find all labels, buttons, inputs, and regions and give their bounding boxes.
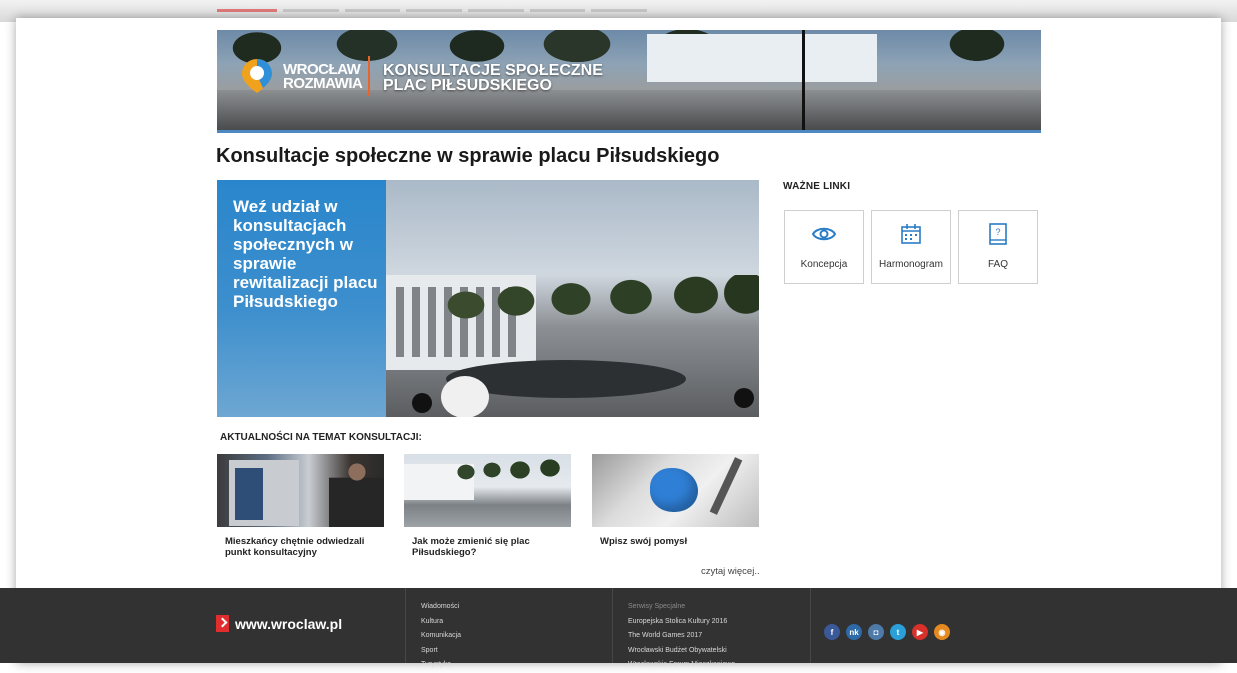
footer-divider (612, 588, 613, 663)
footer-domain-text: www.wroclaw.pl (235, 615, 343, 632)
banner-title: KONSULTACJE SPOŁECZNE PLAC PIŁSUDSKIEGO (383, 62, 603, 94)
banner-title-line-2: PLAC PIŁSUDSKIEGO (383, 77, 552, 94)
footer-nav-item[interactable]: Wiadomości (421, 600, 461, 615)
link-label: Koncepcja (800, 259, 848, 270)
news-thumbnail (404, 454, 571, 527)
footer-nav-item[interactable]: Komunikacja (421, 629, 461, 644)
footer-nav-item[interactable]: Kultura (421, 615, 461, 630)
thumb-person (329, 458, 384, 527)
top-nav-item[interactable] (591, 9, 648, 12)
book-question-icon: ? (989, 223, 1007, 245)
thumb-board (229, 460, 299, 526)
twitter-icon[interactable]: t (890, 624, 906, 640)
link-faq[interactable]: ? FAQ (958, 210, 1038, 284)
page-title: Konsultacje społeczne w sprawie placu Pi… (216, 145, 720, 167)
banner-building (647, 34, 877, 82)
hero-tree-row (446, 275, 759, 345)
news-item[interactable]: Jak może zmienić się plac Piłsudskiego? (404, 454, 571, 558)
top-nav-item[interactable] (344, 9, 401, 12)
brand-logo-text[interactable]: WROCŁAW ROZMAWIA (283, 62, 363, 92)
eye-icon (812, 227, 836, 241)
instagram-icon[interactable]: ◘ (868, 624, 884, 640)
nk-icon[interactable]: nk (846, 624, 862, 640)
link-harmonogram[interactable]: Harmonogram (871, 210, 951, 284)
youtube-icon[interactable]: ▶ (912, 624, 928, 640)
news-caption: Wpisz swój pomysł (600, 536, 688, 547)
footer-divider (405, 588, 406, 663)
footer-special-item[interactable]: Wrocławski Budżet Obywatelski (628, 644, 735, 659)
footer-nav: Wiadomości Kultura Komunikacja Sport Tur… (421, 600, 461, 673)
footer-nav-item[interactable]: Sport (421, 644, 461, 659)
rss-icon[interactable]: ◉ (934, 624, 950, 640)
banner-divider (802, 30, 805, 130)
top-nav-item[interactable] (529, 9, 586, 12)
footer-nav-item[interactable]: Turystyka (421, 658, 461, 673)
news-thumbnail (217, 454, 384, 527)
brand-separator (368, 56, 370, 96)
top-nav-item[interactable] (406, 9, 463, 12)
news-caption: Jak może zmienić się plac Piłsudskiego? (412, 536, 530, 558)
footer-divider (810, 588, 811, 663)
top-nav-strip (217, 9, 648, 15)
news-item[interactable]: Wpisz swój pomysł (592, 454, 759, 547)
thumb-trees (454, 456, 571, 490)
top-nav-item[interactable] (468, 9, 524, 12)
calendar-icon (901, 224, 921, 244)
svg-text:?: ? (995, 227, 1000, 237)
hero-banner[interactable]: Weź udział w konsultacjach społecznych w… (217, 180, 759, 417)
news-thumbnail (592, 454, 759, 527)
top-nav-item[interactable] (283, 9, 339, 12)
arrow-logo-icon (216, 615, 229, 632)
link-koncepcja[interactable]: Koncepcja (784, 210, 864, 284)
link-label: FAQ (987, 259, 1008, 270)
top-nav-home[interactable] (217, 9, 277, 12)
news-heading: AKTUALNOŚCI NA TEMAT KONSULTACJI: (220, 432, 422, 443)
hero-sphere (441, 376, 489, 417)
thumb-pen (709, 457, 743, 515)
footer-special-services: Serwisy Specjalne Europejska Stolica Kul… (628, 600, 735, 673)
footer-special-item[interactable]: The World Games 2017 (628, 629, 735, 644)
footer: www.wroclaw.pl Wiadomości Kultura Komuni… (0, 588, 1237, 668)
news-caption: Mieszkańcy chętnie odwiedzali punkt kons… (225, 536, 365, 558)
hero-headline: Weź udział w konsultacjach społecznych w… (233, 197, 378, 311)
header-banner: WROCŁAW ROZMAWIA KONSULTACJE SPOŁECZNE P… (217, 30, 1041, 133)
footer-special-item[interactable]: Europejska Stolica Kultury 2016 (628, 615, 735, 630)
news-item[interactable]: Mieszkańcy chętnie odwiedzali punkt kons… (217, 454, 384, 558)
social-links: f nk ◘ t ▶ ◉ (824, 624, 950, 640)
hero-sphere (734, 388, 754, 408)
hero-sphere (412, 393, 432, 413)
footer-domain-link[interactable]: www.wroclaw.pl (216, 615, 342, 632)
link-label: Harmonogram (879, 259, 943, 270)
brand-line-2: ROZMAWIA (283, 75, 363, 92)
important-links-heading: WAŻNE LINKI (783, 181, 851, 192)
banner-title-line-1: KONSULTACJE SPOŁECZNE (383, 62, 603, 79)
read-more-link[interactable]: czytaj więcej.. (701, 566, 760, 577)
footer-special-heading: Serwisy Specjalne (628, 603, 686, 610)
hero-visualization-image (386, 180, 759, 417)
footer-special-item[interactable]: Wrocławskie Forum Mieszkaniowe (628, 658, 735, 673)
thumb-crumpled-paper (650, 468, 698, 512)
banner-ground (217, 90, 1041, 130)
facebook-icon[interactable]: f (824, 624, 840, 640)
location-pin-logo-icon[interactable] (239, 57, 275, 95)
